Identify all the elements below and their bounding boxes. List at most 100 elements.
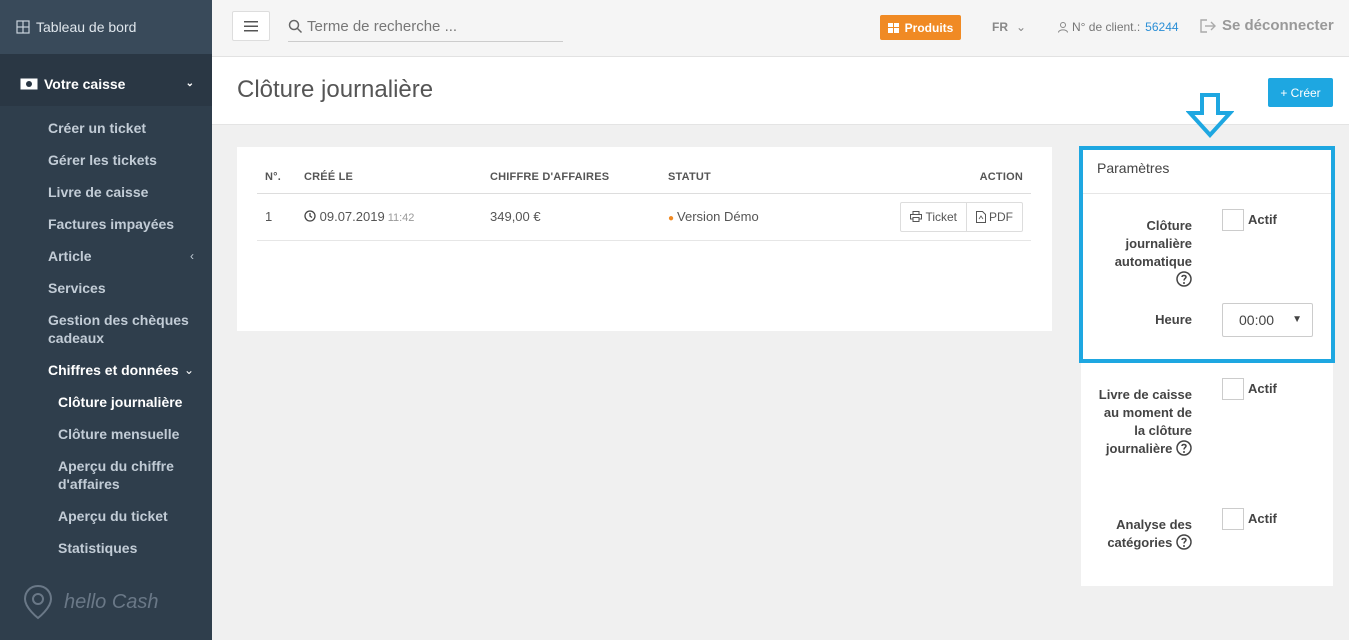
column-header-revenue: CHIFFRE D'AFFAIRES [490, 167, 668, 194]
sidebar-item-label: Article [48, 248, 92, 264]
location-pin-icon [23, 584, 53, 620]
language-selector[interactable]: FR ⌄ [992, 20, 1026, 34]
logout-button[interactable]: Se déconnecter [1200, 17, 1334, 34]
sidebar-subitem-statistics[interactable]: Statistiques [0, 532, 212, 564]
help-icon[interactable] [1176, 440, 1192, 456]
ticket-button[interactable]: Ticket [901, 203, 966, 231]
language-label: FR [992, 20, 1008, 34]
logout-label: Se déconnecter [1222, 17, 1334, 34]
daily-closing-table: N°. CRÉÉ LE CHIFFRE D'AFFAIRES STATUT AC… [257, 167, 1031, 241]
client-number: N° de client.: 56244 [1057, 20, 1179, 34]
menu-toggle-button[interactable] [232, 11, 270, 41]
sidebar-item-label: Clôture mensuelle [58, 426, 180, 442]
help-icon[interactable] [1176, 271, 1192, 287]
products-button[interactable]: Produits [880, 15, 961, 40]
file-pdf-icon [976, 210, 986, 223]
sidebar-menu: Créer un ticket Gérer les tickets Livre … [0, 106, 212, 598]
sidebar-item-label: Livre de caisse [48, 184, 149, 200]
sidebar-item-label: Aperçu du chiffre d'affaires [58, 458, 174, 492]
page-title: Clôture journalière [237, 76, 434, 103]
sidebar-item-unpaid-invoices[interactable]: Factures impayées [0, 208, 212, 240]
create-button[interactable]: + Créer [1268, 78, 1333, 107]
hour-select[interactable]: 00:00 ▼ [1222, 303, 1313, 337]
cashbook-label: Livre de caisse au moment de la clôture … [1096, 386, 1192, 458]
sidebar-item-label: Gestion des chèques cadeaux [48, 312, 189, 346]
money-icon [20, 78, 38, 89]
sidebar-item-label: Statistiques [58, 540, 138, 556]
cell-date: 09.07.2019 [319, 209, 385, 224]
sidebar-item-manage-tickets[interactable]: Gérer les tickets [0, 144, 212, 176]
caret-down-icon: ▼ [1292, 314, 1302, 325]
chevron-down-icon: ⌄ [1016, 20, 1027, 34]
client-number-value[interactable]: 56244 [1145, 20, 1178, 34]
column-header-number: N°. [257, 167, 304, 194]
sidebar-item-services[interactable]: Services [0, 272, 212, 304]
chevron-left-icon: ‹ [190, 249, 194, 263]
table-row: 1 09.07.2019 11:42 349,00 € ● Version Démo… [257, 193, 1031, 241]
column-header-created: CRÉÉ LE [304, 167, 490, 194]
page-header: Clôture journalière + Créer [212, 57, 1349, 125]
sidebar-item-label: Tableau de bord [36, 19, 137, 35]
grid-icon [16, 20, 30, 34]
cell-time: 11:42 [387, 212, 415, 224]
status-dot-icon: ● [668, 213, 675, 224]
logo-text: hello Cash [64, 590, 159, 613]
pdf-button-label: PDF [989, 209, 1013, 224]
arrow-down-icon [1186, 93, 1234, 138]
sidebar-subitem-ticket-overview[interactable]: Aperçu du ticket [0, 500, 212, 532]
client-label: N° de client.: [1072, 20, 1141, 34]
ticket-button-label: Ticket [925, 209, 957, 224]
sidebar-item-label: Services [48, 280, 106, 296]
sidebar-subitem-monthly-closing[interactable]: Clôture mensuelle [0, 418, 212, 450]
products-label: Produits [904, 20, 954, 35]
cell-created: 09.07.2019 11:42 [304, 193, 490, 241]
sidebar-item-dashboard[interactable]: Tableau de bord [0, 0, 212, 54]
sidebar-item-create-ticket[interactable]: Créer un ticket [0, 112, 212, 144]
cell-revenue: 349,00 € [490, 193, 668, 241]
daily-closing-table-panel: N°. CRÉÉ LE CHIFFRE D'AFFAIRES STATUT AC… [237, 147, 1052, 331]
printer-icon [910, 211, 923, 222]
settings-title: Paramètres [1097, 160, 1170, 176]
logout-icon [1200, 18, 1216, 33]
sidebar-item-label: Gérer les tickets [48, 152, 157, 168]
column-header-action: ACTION [868, 167, 1031, 194]
cashbook-checkbox-label: Actif [1248, 381, 1277, 396]
sidebar-item-article[interactable]: Article ‹ [0, 240, 212, 272]
chevron-down-icon: ⌄ [183, 363, 194, 377]
sidebar-item-label: Factures impayées [48, 216, 175, 232]
cell-status: ● Version Démo [668, 193, 868, 241]
sidebar-item-label: Chiffres et données [48, 362, 179, 378]
sidebar-item-gift-cards[interactable]: Gestion des chèques cadeaux [0, 304, 212, 354]
column-header-status: STATUT [668, 167, 868, 194]
hour-label: Heure [1155, 312, 1192, 327]
search-icon [288, 19, 303, 33]
clock-icon [304, 210, 316, 222]
pdf-button[interactable]: PDF [966, 202, 1022, 231]
categories-checkbox[interactable] [1222, 508, 1244, 530]
grid-icon [887, 22, 899, 33]
categories-checkbox-label: Actif [1248, 511, 1277, 526]
sidebar-subitem-revenue-overview[interactable]: Aperçu du chiffre d'affaires [0, 450, 212, 500]
search-input[interactable]: Terme de recherche ... [288, 11, 563, 42]
chevron-down-icon: ⌄ [185, 78, 194, 89]
sidebar-subitem-daily-closing[interactable]: Clôture journalière [0, 386, 212, 418]
cell-number: 1 [257, 193, 304, 241]
sidebar: Tableau de bord Votre caisse ⌄ Créer un … [0, 0, 212, 640]
hour-select-value: 00:00 [1239, 312, 1275, 328]
topbar: Terme de recherche ... Produits FR ⌄ N° … [212, 0, 1349, 57]
sidebar-item-figures[interactable]: Chiffres et données ⌄ [0, 354, 212, 386]
sidebar-section-cash-register[interactable]: Votre caisse ⌄ [0, 61, 212, 106]
hellocash-logo: hello Cash [18, 582, 159, 622]
auto-close-checkbox-label: Actif [1248, 212, 1277, 227]
status-label: Version Démo [677, 209, 759, 224]
cashbook-checkbox[interactable] [1222, 378, 1244, 400]
auto-close-checkbox[interactable] [1222, 209, 1244, 231]
divider [1083, 193, 1331, 194]
cell-action: Ticket PDF [868, 193, 1031, 241]
sidebar-item-cashbook[interactable]: Livre de caisse [0, 176, 212, 208]
categories-label: Analyse des catégories [1096, 516, 1192, 552]
sidebar-item-label: Aperçu du ticket [58, 508, 168, 524]
hamburger-icon [244, 20, 258, 31]
sidebar-section-label: Votre caisse [44, 75, 126, 92]
help-icon[interactable] [1176, 534, 1192, 550]
